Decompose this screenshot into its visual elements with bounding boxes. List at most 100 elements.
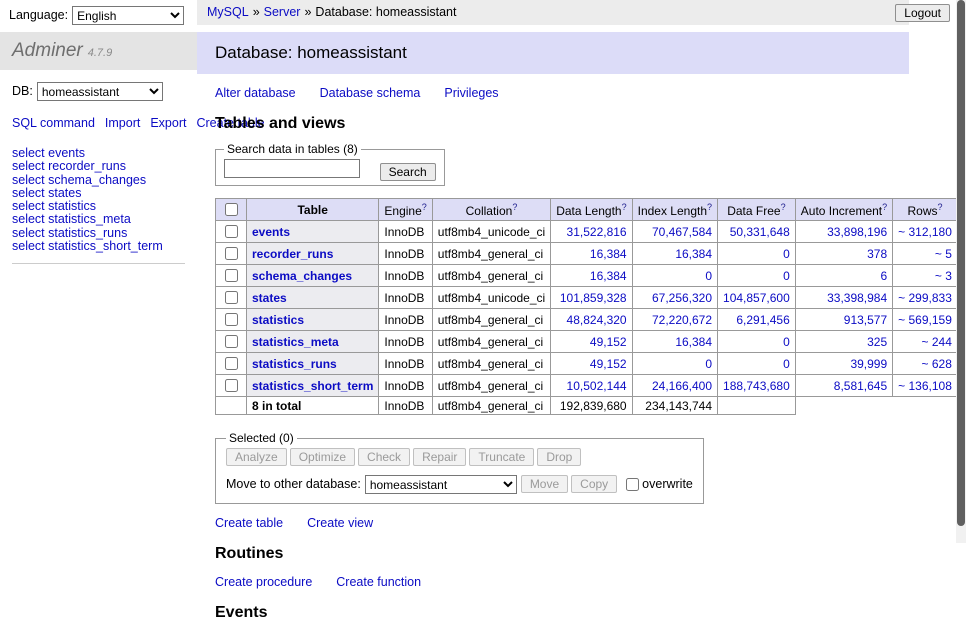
analyze-button[interactable]: Analyze: [226, 448, 287, 466]
cell-index-length: 67,256,320: [632, 287, 717, 309]
check-button[interactable]: Check: [358, 448, 410, 466]
db-select[interactable]: homeassistant: [37, 82, 163, 101]
column-header-collation: Collation?: [432, 199, 550, 221]
column-header-rows: Rows?: [893, 199, 958, 221]
cell-rows: ~ 5: [893, 243, 958, 265]
vertical-scrollbar[interactable]: [956, 0, 966, 543]
cell-data-length: 16,384: [551, 243, 632, 265]
truncate-button[interactable]: Truncate: [469, 448, 534, 466]
drop-button[interactable]: Drop: [537, 448, 581, 466]
sidebar-link-sql-command[interactable]: SQL command: [12, 116, 95, 130]
table-link-statistics-short-term[interactable]: statistics_short_term: [252, 379, 373, 393]
tables-header-row: TableEngine?Collation?Data Length?Index …: [216, 199, 966, 221]
cell-auto-increment: 325: [795, 331, 892, 353]
cell-data-free: 50,331,648: [718, 221, 796, 243]
help-link[interactable]: ?: [422, 202, 427, 212]
overwrite-checkbox[interactable]: [626, 478, 639, 491]
help-link[interactable]: ?: [622, 202, 627, 212]
breadcrumb-link-server[interactable]: Server: [264, 5, 301, 19]
repair-button[interactable]: Repair: [413, 448, 466, 466]
cell-auto-increment: 913,577: [795, 309, 892, 331]
link-create-view[interactable]: Create view: [307, 516, 373, 530]
logout-button[interactable]: Logout: [895, 4, 950, 22]
move-button[interactable]: Move: [521, 475, 568, 493]
sidebar-item-schema-changes[interactable]: select schema_changes: [12, 174, 185, 187]
table-link-statistics-meta[interactable]: statistics_meta: [252, 335, 339, 349]
breadcrumb-link-mysql[interactable]: MySQL: [207, 5, 249, 19]
row-checkbox[interactable]: [225, 269, 238, 282]
move-db-select[interactable]: homeassistant: [365, 475, 517, 494]
move-row: Move to other database: homeassistantMove…: [226, 475, 693, 494]
sidebar-link-import[interactable]: Import: [105, 116, 140, 130]
row-checkbox[interactable]: [225, 379, 238, 392]
app-name: Adminer: [12, 40, 83, 61]
table-row: statistics_metaInnoDButf8mb4_general_ci4…: [216, 331, 966, 353]
row-checkbox[interactable]: [225, 313, 238, 326]
cell-engine: InnoDB: [379, 221, 432, 243]
selected-fieldset: Selected (0) AnalyzeOptimizeCheckRepairT…: [215, 431, 704, 504]
table-link-statistics[interactable]: statistics: [252, 313, 304, 327]
table-link-statistics-runs[interactable]: statistics_runs: [252, 357, 337, 371]
help-link[interactable]: ?: [882, 202, 887, 212]
row-checkbox[interactable]: [225, 247, 238, 260]
table-link-states[interactable]: states: [252, 291, 287, 305]
table-row: recorder_runsInnoDButf8mb4_general_ci16,…: [216, 243, 966, 265]
row-checkbox[interactable]: [225, 225, 238, 238]
cell-data-length: 31,522,816: [551, 221, 632, 243]
table-link-events[interactable]: events: [252, 225, 290, 239]
table-link-schema-changes[interactable]: schema_changes: [252, 269, 352, 283]
help-link[interactable]: ?: [512, 202, 517, 212]
optimize-button[interactable]: Optimize: [290, 448, 355, 466]
create-links: Create table Create view: [215, 516, 909, 530]
help-link[interactable]: ?: [707, 202, 712, 212]
total-cell: [216, 397, 247, 415]
row-checkbox[interactable]: [225, 335, 238, 348]
cell-data-length: 16,384: [551, 265, 632, 287]
search-button[interactable]: Search: [380, 163, 436, 181]
cell-collation: utf8mb4_unicode_ci: [432, 287, 550, 309]
link-privileges[interactable]: Privileges: [444, 86, 498, 100]
table-row: statistics_short_termInnoDButf8mb4_gener…: [216, 375, 966, 397]
sidebar-item-statistics-runs[interactable]: select statistics_runs: [12, 227, 185, 240]
sidebar-item-events[interactable]: select events: [12, 147, 185, 160]
language-select[interactable]: English: [72, 6, 184, 25]
sidebar-link-export[interactable]: Export: [150, 116, 186, 130]
routines-links: Create procedure Create function: [215, 575, 909, 589]
sidebar-item-recorder-runs[interactable]: select recorder_runs: [12, 160, 185, 173]
sidebar-item-statistics-meta[interactable]: select statistics_meta: [12, 213, 185, 226]
sidebar-item-statistics-short-term[interactable]: select statistics_short_term: [12, 240, 185, 253]
column-header-table[interactable]: Table: [247, 199, 379, 221]
link-create-procedure[interactable]: Create procedure: [215, 575, 312, 589]
sidebar-item-states[interactable]: select states: [12, 187, 185, 200]
table-name-cell: statistics_runs: [247, 353, 379, 375]
scrollbar-thumb[interactable]: [957, 0, 965, 526]
help-link[interactable]: ?: [938, 202, 943, 212]
search-input[interactable]: [224, 159, 360, 178]
help-link[interactable]: ?: [781, 202, 786, 212]
cell-data-free: 0: [718, 331, 796, 353]
link-create-table[interactable]: Create table: [215, 516, 283, 530]
total-cell: utf8mb4_general_ci: [432, 397, 550, 415]
row-checkbox-cell: [216, 331, 247, 353]
row-checkbox[interactable]: [225, 357, 238, 370]
link-database-schema[interactable]: Database schema: [320, 86, 421, 100]
sidebar-table-links: select eventsselect recorder_runsselect …: [12, 147, 185, 264]
link-alter-database[interactable]: Alter database: [215, 86, 296, 100]
move-label: Move to other database:: [226, 477, 361, 491]
copy-button[interactable]: Copy: [571, 475, 617, 493]
table-name-cell: statistics_meta: [247, 331, 379, 353]
database-action-links: Alter database Database schema Privileges: [215, 86, 909, 100]
select-all-checkbox[interactable]: [225, 203, 238, 216]
sidebar-item-statistics[interactable]: select statistics: [12, 200, 185, 213]
link-create-function[interactable]: Create function: [336, 575, 421, 589]
cell-auto-increment: 39,999: [795, 353, 892, 375]
cell-index-length: 16,384: [632, 331, 717, 353]
tables-body: eventsInnoDButf8mb4_unicode_ci31,522,816…: [216, 221, 966, 415]
row-checkbox-cell: [216, 353, 247, 375]
cell-engine: InnoDB: [379, 265, 432, 287]
table-link-recorder-runs[interactable]: recorder_runs: [252, 247, 333, 261]
cell-auto-increment: 6: [795, 265, 892, 287]
row-checkbox[interactable]: [225, 291, 238, 304]
search-fieldset: Search data in tables (8) Search: [215, 142, 445, 186]
selected-actions-row: AnalyzeOptimizeCheckRepairTruncateDrop: [226, 448, 693, 466]
